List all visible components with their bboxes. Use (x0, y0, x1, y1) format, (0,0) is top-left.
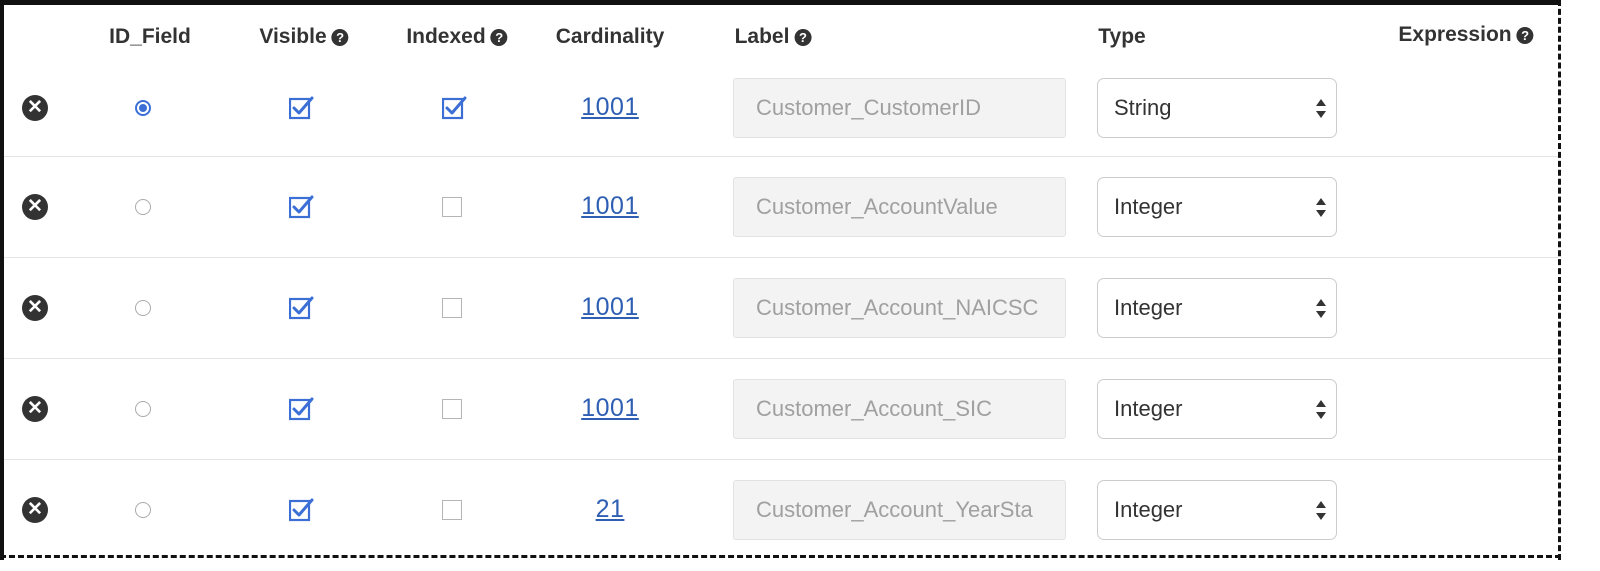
table-header: ID_Field Visible? Indexed? Cardinality L… (4, 5, 1558, 61)
checkmark-icon (289, 195, 314, 218)
header-visible: Visible? (259, 25, 349, 49)
checkmark-icon (289, 296, 314, 319)
indexed-checkbox[interactable] (442, 297, 462, 318)
label-input-value: Customer_AccountValue (756, 193, 998, 219)
type-select-value: Integer (1114, 193, 1183, 219)
label-input-value: Customer_Account_SIC (756, 395, 992, 421)
label-input[interactable]: Customer_AccountValue (733, 176, 1066, 237)
table-row: ✕ 1001 Customer_CustomerID String (4, 61, 1558, 156)
cardinality-link[interactable]: 1001 (581, 394, 639, 423)
remove-row-icon[interactable]: ✕ (22, 294, 48, 321)
type-select[interactable]: Integer (1097, 176, 1337, 237)
help-icon[interactable]: ? (794, 29, 812, 46)
remove-row-icon[interactable]: ✕ (22, 94, 48, 121)
visible-checkbox[interactable] (289, 96, 314, 119)
indexed-checkbox[interactable] (442, 96, 467, 119)
header-indexed-label: Indexed (406, 25, 486, 48)
select-arrows-icon (1315, 98, 1327, 121)
id-field-radio[interactable] (135, 299, 151, 316)
frame-right-border (1558, 0, 1561, 560)
indexed-checkbox[interactable] (442, 398, 462, 419)
select-arrows-icon (1315, 399, 1327, 422)
table-row: ✕ 1001 Customer_Account_NAICSC Integer (4, 257, 1558, 358)
header-cardinality: Cardinality (556, 25, 665, 49)
id-field-radio[interactable] (135, 198, 151, 215)
label-input-value: Customer_Account_NAICSC (756, 294, 1039, 320)
cardinality-link[interactable]: 1001 (581, 293, 639, 322)
header-expression-label: Expression (1398, 23, 1512, 46)
help-icon[interactable]: ? (331, 29, 349, 46)
header-visible-label: Visible (259, 25, 327, 48)
visible-checkbox[interactable] (289, 296, 314, 319)
select-arrows-icon (1315, 298, 1327, 321)
id-field-radio[interactable] (135, 99, 151, 116)
label-input-value: Customer_CustomerID (756, 94, 981, 120)
table-row: ✕ 1001 Customer_AccountValue Integer (4, 156, 1558, 257)
cardinality-link[interactable]: 1001 (581, 192, 639, 221)
visible-checkbox[interactable] (289, 498, 314, 521)
visible-checkbox[interactable] (289, 397, 314, 420)
select-arrows-icon (1315, 500, 1327, 523)
type-select-value: Integer (1114, 294, 1183, 320)
type-select-value: Integer (1114, 395, 1183, 421)
checkmark-icon (442, 96, 467, 119)
id-field-radio[interactable] (135, 400, 151, 417)
header-id-field-label: ID_Field (109, 25, 191, 48)
indexed-checkbox[interactable] (442, 499, 462, 520)
header-label-label: Label (734, 25, 790, 48)
header-expression: Expression? (1398, 23, 1534, 47)
label-input[interactable]: Customer_CustomerID (733, 77, 1066, 138)
header-type-label: Type (1098, 25, 1146, 48)
type-select[interactable]: Integer (1097, 378, 1337, 439)
label-input[interactable]: Customer_Account_YearSta (733, 479, 1066, 540)
visible-checkbox[interactable] (289, 195, 314, 218)
header-label: Label? (735, 25, 812, 49)
checkmark-icon (289, 397, 314, 420)
cardinality-link[interactable]: 21 (596, 495, 625, 524)
checkmark-icon (289, 498, 314, 521)
fields-table: ID_Field Visible? Indexed? Cardinality L… (4, 5, 1558, 560)
type-select[interactable]: String (1097, 77, 1337, 138)
header-indexed: Indexed? (406, 25, 508, 49)
help-icon[interactable]: ? (490, 29, 508, 46)
label-input[interactable]: Customer_Account_NAICSC (733, 277, 1066, 338)
label-input[interactable]: Customer_Account_SIC (733, 378, 1066, 439)
header-type: Type (1098, 25, 1145, 49)
header-cardinality-label: Cardinality (555, 25, 665, 48)
remove-row-icon[interactable]: ✕ (22, 496, 48, 523)
table-row: ✕ 1001 Customer_Account_SIC Integer (4, 358, 1558, 459)
label-input-value: Customer_Account_YearSta (756, 496, 1033, 522)
select-arrows-icon (1315, 197, 1327, 220)
table-body: ✕ 1001 Customer_CustomerID String ✕ 1001 Custo… (4, 61, 1558, 560)
header-id-field: ID_Field (109, 25, 191, 49)
type-select[interactable]: Integer (1097, 277, 1337, 338)
type-select-value: String (1114, 94, 1172, 120)
help-icon[interactable]: ? (1516, 27, 1534, 44)
checkmark-icon (289, 96, 314, 119)
id-field-radio[interactable] (135, 501, 151, 518)
table-row: ✕ 21 Customer_Account_YearSta Integer (4, 459, 1558, 560)
cardinality-link[interactable]: 1001 (581, 93, 639, 122)
type-select[interactable]: Integer (1097, 479, 1337, 540)
indexed-checkbox[interactable] (442, 196, 462, 217)
remove-row-icon[interactable]: ✕ (22, 193, 48, 220)
type-select-value: Integer (1114, 496, 1183, 522)
remove-row-icon[interactable]: ✕ (22, 395, 48, 422)
